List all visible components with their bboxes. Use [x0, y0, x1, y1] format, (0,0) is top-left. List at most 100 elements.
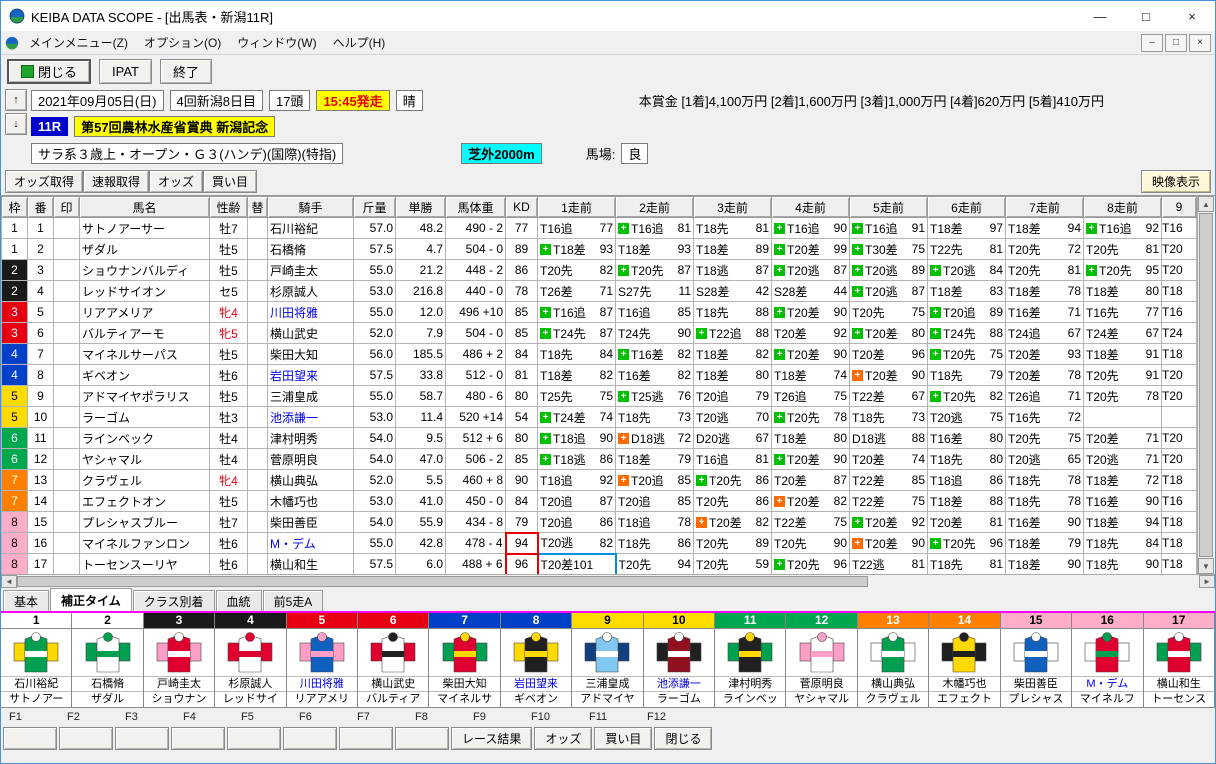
prize-money: 本賞金 [1着]4,100万円 [2着]1,600万円 [3着]1,000万円 … [638, 94, 1105, 110]
horse-row[interactable]: 1 1 サトノアーサー 牡7 石川裕紀 57.0 48.2 490 - 2 77 T16追 77 + T… [1, 217, 1197, 239]
next-race-button[interactable]: ↓ [5, 113, 27, 135]
silks-cell[interactable]: 7 柴田大知 マイネルサ [429, 613, 501, 707]
jockey-silks-icon [643, 628, 715, 676]
jockey-change-cell [247, 364, 268, 386]
tab-class-results[interactable]: クラス別着 [132, 590, 215, 611]
fkey-blank-button[interactable] [395, 727, 449, 750]
tab-adjusted-time[interactable]: 補正タイム [50, 588, 132, 611]
horse-row[interactable]: 4 8 ギベオン 牡6 岩田望来 57.5 33.8 512 - 0 81 T18差 82 T16差 8… [1, 364, 1197, 386]
horse-row[interactable]: 5 9 アドマイヤポラリス 牡5 三浦皇成 55.0 58.7 480 - 6 80 T25先 75… [1, 385, 1197, 407]
fkey-blank-button[interactable] [59, 727, 113, 750]
video-button[interactable]: 映像表示 [1140, 169, 1211, 193]
past-race-cell: T18差 80 [771, 427, 850, 449]
silks-cell[interactable]: 12 菅原明良 ヤシャマル [786, 613, 858, 707]
menu-item[interactable]: ウィンドウ(W) [229, 33, 324, 53]
silks-cell[interactable]: 8 岩田望来 ギベオン [500, 613, 573, 707]
silks-cell[interactable]: 10 池添謙一 ラーゴム [643, 613, 716, 707]
horse-row[interactable]: 7 14 エフェクトオン 牡5 木幡巧也 53.0 41.0 450 - 0 84 T20追 87 T… [1, 490, 1197, 512]
scroll-down-arrow[interactable]: ▼ [1198, 558, 1214, 574]
kaime-button[interactable]: 買い目 [203, 169, 258, 193]
silks-cell[interactable]: 1 石川裕紀 サトノアー [1, 613, 73, 707]
horizontal-scrollbar[interactable]: ◄ ► [1, 574, 1215, 588]
past-race-content: T18差 94 [1085, 513, 1161, 532]
silks-cell[interactable]: 3 戸崎圭太 ショウナン [143, 613, 216, 707]
race-label: D20逃 [696, 431, 731, 446]
race-label: T18先 [540, 347, 573, 362]
silks-cell[interactable]: 9 三浦皇成 アドマイヤ [572, 613, 644, 707]
horse-row[interactable]: 5 10 ラーゴム 牡3 池添謙一 53.0 11.4 520 +14 54 + T24差 74 T18… [1, 406, 1197, 428]
silks-cell[interactable]: 17 横山和生 トーセンス [1143, 613, 1215, 707]
odds-button[interactable]: オッズ [149, 169, 204, 193]
fkey-blank-button[interactable] [171, 727, 225, 750]
past-race-content: T20追 86 [539, 513, 615, 532]
scroll-up-arrow[interactable]: ▲ [1198, 196, 1214, 212]
mark-cell [53, 511, 80, 533]
silks-cell[interactable]: 4 杉原誠人 レッドサイ [215, 613, 287, 707]
menu-item[interactable]: メインメニュー(Z) [21, 33, 136, 53]
mdi-close-button[interactable]: × [1189, 33, 1211, 52]
horse-row[interactable]: 7 13 クラヴェル 牝4 横山典弘 52.0 5.5 460 + 8 90 T18追 92 + T20… [1, 469, 1197, 491]
menu-item[interactable]: オプション(O) [136, 33, 229, 53]
mdi-minimize-button[interactable]: – [1141, 33, 1163, 52]
horse-row[interactable]: 3 6 バルティアーモ 牝5 横山武史 52.0 7.9 504 - 0 85 + T24先 87 T2… [1, 322, 1197, 344]
horizontal-scroll-thumb[interactable] [17, 576, 869, 587]
prev-race-button[interactable]: ↑ [5, 89, 27, 111]
horizontal-scroll-track[interactable] [17, 575, 1199, 588]
fkey-blank-button[interactable] [227, 727, 281, 750]
odds-fetch-button[interactable]: オッズ取得 [5, 169, 84, 193]
horse-row[interactable]: 1 2 ザダル 牡5 石橋脩 57.5 4.7 504 - 0 89 + T18差 93 T18差 93 T… [1, 238, 1197, 260]
close-button[interactable]: × [1169, 1, 1215, 31]
horse-row[interactable]: 6 11 ラインベック 牡4 津村明秀 54.0 9.5 512 + 6 80 + T18追 90 + D… [1, 427, 1197, 449]
race-result-button[interactable]: レース結果 [451, 727, 533, 750]
vertical-scrollbar[interactable]: ▲ ▼ [1197, 196, 1214, 574]
fkey-blank-button[interactable] [283, 727, 337, 750]
race-label: T18追 [540, 473, 573, 488]
race-score: 86 [599, 452, 613, 466]
fkey-blank-button[interactable] [339, 727, 393, 750]
maximize-button[interactable]: □ [1123, 1, 1169, 31]
silks-cell[interactable]: 2 石橋脩 ザダル [72, 613, 144, 707]
horse-row[interactable]: 3 5 リアアメリア 牝4 川田将雅 55.0 12.0 496 +10 85 + T16追 87 T1… [1, 301, 1197, 323]
past-race-content: + T20差 90 [851, 534, 927, 553]
fkey-blank-button[interactable] [115, 727, 169, 750]
win-odds-cell: 5.5 [395, 469, 446, 491]
kaime-fkey-button[interactable]: 買い目 [594, 727, 653, 750]
silks-jockey-name: 戸崎圭太 [143, 675, 215, 692]
horse-row[interactable]: 8 17 トーセンスーリヤ 牡6 横山和生 57.5 6.0 488 + 6 96 T20差101… [1, 552, 1197, 576]
horse-row[interactable]: 8 16 マイネルファンロン 牡6 M・デム 55.0 42.8 478 - 4 94 T20逃 8… [1, 531, 1197, 555]
silks-cell[interactable]: 13 横山典弘 クラヴェル [857, 613, 930, 707]
race-score: 75 [1067, 431, 1081, 445]
menu-item[interactable]: ヘルプ(H) [325, 33, 394, 53]
carried-weight-cell: 55.0 [353, 532, 396, 554]
silks-cell[interactable]: 14 木幡巧也 エフェクト [929, 613, 1001, 707]
race-label: T20先 [696, 557, 729, 572]
odds-fkey-button[interactable]: オッズ [534, 727, 593, 750]
silks-cell[interactable]: 6 横山武史 バルティア [358, 613, 430, 707]
horse-row[interactable]: 4 7 マイネルサーパス 牡5 柴田大知 56.0 185.5 486 + 2 84 T18先 84… [1, 343, 1197, 365]
close-window-button[interactable]: 閉じる [7, 58, 92, 84]
silks-cell[interactable]: 15 柴田善臣 プレシャス [1000, 613, 1073, 707]
horse-row[interactable]: 2 3 ショウナンバルディ 牡5 戸崎圭太 55.0 21.2 448 - 2 86 T20先 82… [1, 259, 1197, 281]
race-score: 87 [677, 263, 691, 277]
close-fkey-button[interactable]: 閉じる [654, 727, 713, 750]
horse-row[interactable]: 6 12 ヤシャマル 牡4 菅原明良 54.0 47.0 506 - 2 85 + T18逃 86 T1… [1, 448, 1197, 470]
tab-basic[interactable]: 基本 [3, 590, 50, 611]
vertical-scroll-thumb[interactable] [1199, 213, 1213, 557]
ipat-button[interactable]: IPAT [99, 58, 152, 84]
silks-cell[interactable]: 5 川田将雅 リアアメリ [286, 613, 359, 707]
tab-bloodline[interactable]: 血統 [215, 590, 262, 611]
past-race-content: T20先 75 [851, 303, 927, 322]
exit-button[interactable]: 終了 [159, 58, 212, 84]
horse-row[interactable]: 8 15 プレシャスブルー 牡7 柴田善臣 54.0 55.9 434 - 8 79 T20追 86… [1, 511, 1197, 533]
horse-row[interactable]: 2 4 レッドサイオン セ5 杉原誠人 53.0 216.8 440 - 0 78 T26差 71 S… [1, 280, 1197, 302]
tab-last5[interactable]: 前5走A [262, 590, 324, 611]
silks-cell[interactable]: 11 津村明秀 ラインベッ [715, 613, 787, 707]
scroll-right-arrow[interactable]: ► [1199, 575, 1215, 588]
jockey-cell: 木幡巧也 [267, 490, 354, 512]
silks-cell[interactable]: 16 M・デム マイネルフ [1072, 613, 1144, 707]
scroll-left-arrow[interactable]: ◄ [1, 575, 17, 588]
fkey-blank-button[interactable] [3, 727, 57, 750]
minimize-button[interactable]: — [1077, 1, 1123, 31]
mdi-restore-button[interactable]: □ [1165, 33, 1187, 52]
flash-fetch-button[interactable]: 速報取得 [83, 169, 150, 193]
